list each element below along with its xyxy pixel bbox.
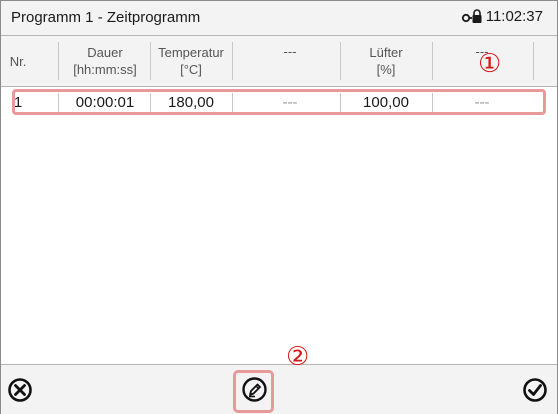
confirm-icon[interactable]	[522, 377, 548, 403]
header-luefter-unit: [%]	[376, 62, 396, 77]
header-dauer: Dauer [hh:mm:ss]	[61, 36, 149, 86]
header-divider	[58, 42, 59, 80]
title-bar: Programm 1 - Zeitprogramm 11:02:37	[1, 1, 557, 36]
header-nr: Nr.	[1, 36, 35, 86]
header-temperatur: Temperatur [°C]	[151, 36, 231, 86]
cancel-icon[interactable]	[7, 377, 33, 403]
edit-button-highlight	[233, 370, 274, 413]
header-divider	[533, 42, 534, 80]
row-highlight	[12, 89, 546, 115]
header-empty-1: ---	[241, 36, 339, 86]
header-dauer-unit: [hh:mm:ss]	[73, 62, 137, 77]
status-clock: 11:02:37	[461, 8, 543, 25]
program-window: Programm 1 - Zeitprogramm 11:02:37 Nr. D…	[0, 0, 558, 414]
header-temperatur-label: Temperatur	[158, 45, 224, 60]
table-header: Nr. Dauer [hh:mm:ss] Temperatur [°C] ---…	[1, 36, 557, 87]
header-divider	[232, 42, 233, 80]
footer-toolbar	[1, 364, 557, 414]
clock-time: 11:02:37	[485, 8, 543, 25]
header-temperatur-unit: [°C]	[180, 62, 202, 77]
callout-2: ②	[286, 342, 310, 372]
lock-icon	[461, 8, 482, 23]
header-luefter-label: Lüfter	[369, 45, 403, 60]
header-nr-label: Nr.	[9, 53, 27, 69]
callout-1: ①	[478, 49, 502, 79]
header-luefter: Lüfter [%]	[341, 36, 431, 86]
window-title: Programm 1 - Zeitprogramm	[11, 9, 201, 26]
header-dauer-label: Dauer	[87, 45, 123, 60]
header-empty-1-label: ---	[283, 44, 297, 59]
